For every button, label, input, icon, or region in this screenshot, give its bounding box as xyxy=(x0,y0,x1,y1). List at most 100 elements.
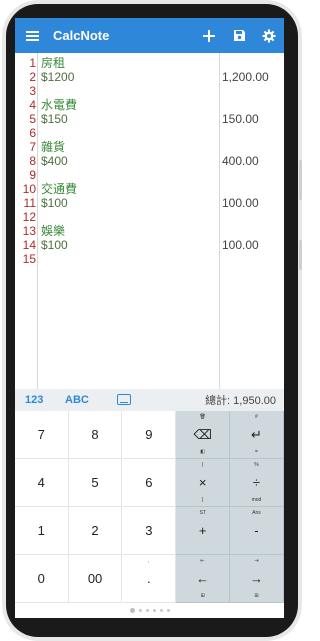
app-bar: CalcNote xyxy=(15,18,284,53)
key-11[interactable]: 2 xyxy=(68,507,123,555)
key-5[interactable]: 4 xyxy=(15,459,69,507)
line-text: $400 xyxy=(41,154,68,168)
keypad: 7 8 9 🗑 ⌫ ◧ # ↵ = 4 5 6(×)% ÷ mod 1 2 3 ST + Ans -0 00,. ⇤ ← ⊞ ⇥ →… xyxy=(15,411,284,603)
key-10[interactable]: 1 xyxy=(15,507,69,555)
editor-line[interactable]: 8 $400 400.00 xyxy=(15,154,284,168)
keyboard-tab-bar: 123 ABC 總計: 1,950.00 xyxy=(15,389,284,411)
page-dot[interactable] xyxy=(159,609,163,612)
key-label: ÷ xyxy=(252,475,260,490)
key-secondary-label: # xyxy=(255,414,258,420)
key-1[interactable]: 8 xyxy=(68,411,123,459)
line-number: 1 xyxy=(29,56,36,70)
key-4[interactable]: # ↵ = xyxy=(230,411,284,459)
editor-line[interactable]: 6 xyxy=(15,126,284,140)
key-label: 5 xyxy=(91,475,99,490)
key-18[interactable]: ⇤ ← ⊞ xyxy=(176,555,230,603)
key-tertiary-label: ◧ xyxy=(200,449,205,455)
save-button[interactable] xyxy=(224,18,254,53)
volume-button xyxy=(299,160,302,200)
key-12[interactable]: 3 xyxy=(122,507,177,555)
page-dot[interactable] xyxy=(166,609,170,612)
line-number: 5 xyxy=(29,112,36,126)
key-17[interactable]: ,. xyxy=(122,555,177,603)
key-label: 1 xyxy=(37,523,45,538)
key-2[interactable]: 9 xyxy=(122,411,177,459)
line-text: 房租 xyxy=(41,56,66,70)
keyboard-icon[interactable] xyxy=(117,394,131,405)
editor-line[interactable]: 3 xyxy=(15,84,284,98)
menu-button[interactable] xyxy=(15,18,49,53)
key-9[interactable]: % ÷ mod xyxy=(230,459,284,507)
page-dot[interactable] xyxy=(145,609,149,612)
editor-line[interactable]: 4 水電費 xyxy=(15,98,284,112)
key-13[interactable]: ST + xyxy=(176,507,230,555)
key-label: 4 xyxy=(37,475,45,490)
line-text: $100 xyxy=(41,196,68,210)
editor-line[interactable]: 14 $100 100.00 xyxy=(15,238,284,252)
power-button xyxy=(299,240,302,270)
editor-line[interactable]: 15 xyxy=(15,252,284,266)
gear-icon xyxy=(262,29,276,42)
key-8[interactable]: (×) xyxy=(176,459,230,507)
settings-button[interactable] xyxy=(254,18,284,53)
app-screen: CalcNote 1 房租 2 $1200 1,200.00 3 4 水電費 5… xyxy=(15,18,284,618)
editor-line[interactable]: 1 房租 xyxy=(15,56,284,70)
key-19[interactable]: ⇥ → ⊞ xyxy=(230,555,284,603)
line-number: 9 xyxy=(29,168,36,182)
key-label: 7 xyxy=(37,427,45,442)
line-number: 6 xyxy=(29,126,36,140)
key-secondary-label: ⇥ xyxy=(254,558,259,564)
line-text: 交通費 xyxy=(41,182,78,196)
key-secondary-label: ( xyxy=(201,462,204,468)
line-number: 11 xyxy=(23,196,36,210)
key-14[interactable]: Ans - xyxy=(230,507,284,555)
key-label: 9 xyxy=(145,427,153,442)
key-6[interactable]: 5 xyxy=(68,459,123,507)
key-secondary-label: ST xyxy=(199,510,206,516)
key-secondary-label: % xyxy=(254,462,259,468)
add-button[interactable] xyxy=(194,18,224,53)
key-label: ⌫ xyxy=(193,426,212,442)
page-dot[interactable] xyxy=(138,609,142,612)
key-3[interactable]: 🗑 ⌫ ◧ xyxy=(176,411,230,459)
editor-line[interactable]: 9 xyxy=(15,168,284,182)
line-text: $1200 xyxy=(41,70,75,84)
key-0[interactable]: 7 xyxy=(15,411,69,459)
editor-line[interactable]: 2 $1200 1,200.00 xyxy=(15,70,284,84)
key-tertiary-label: = xyxy=(254,449,258,455)
line-result: 1,200.00 xyxy=(222,70,269,84)
editor-line[interactable]: 5 $150 150.00 xyxy=(15,112,284,126)
key-15[interactable]: 0 xyxy=(15,555,69,603)
page-dot[interactable] xyxy=(152,609,156,612)
key-7[interactable]: 6 xyxy=(122,459,177,507)
line-text: 娛樂 xyxy=(41,224,66,238)
editor-line[interactable]: 13 娛樂 xyxy=(15,224,284,238)
line-result: 400.00 xyxy=(222,154,259,168)
key-label: 3 xyxy=(145,523,153,538)
tab-alpha[interactable]: ABC xyxy=(65,394,89,406)
line-number: 3 xyxy=(29,84,36,98)
key-16[interactable]: 00 xyxy=(68,555,123,603)
editor-line[interactable]: 10 交通費 xyxy=(15,182,284,196)
key-tertiary-label: mod xyxy=(251,497,262,503)
key-label: - xyxy=(254,523,259,538)
key-label: 2 xyxy=(91,523,99,538)
line-text: 雜貨 xyxy=(41,140,66,154)
line-number: 4 xyxy=(29,98,36,112)
tab-numeric[interactable]: 123 xyxy=(25,394,43,406)
page-dot[interactable] xyxy=(129,608,135,613)
line-text: 水電費 xyxy=(41,98,78,112)
key-label: × xyxy=(198,475,207,490)
editor-line[interactable]: 12 xyxy=(15,210,284,224)
line-number: 7 xyxy=(29,140,36,154)
editor-line[interactable]: 11 $100 100.00 xyxy=(15,196,284,210)
app-title: CalcNote xyxy=(53,28,110,43)
page-indicator xyxy=(15,603,284,618)
line-result: 100.00 xyxy=(222,196,259,210)
key-secondary-label: Ans xyxy=(252,510,261,516)
key-label: . xyxy=(147,571,151,586)
editor-line[interactable]: 7 雜貨 xyxy=(15,140,284,154)
line-number: 14 xyxy=(22,238,36,252)
calc-editor[interactable]: 1 房租 2 $1200 1,200.00 3 4 水電費 5 $150 150.00 6 7 雜貨 8 $4… xyxy=(15,53,284,406)
line-text: $150 xyxy=(41,112,68,126)
